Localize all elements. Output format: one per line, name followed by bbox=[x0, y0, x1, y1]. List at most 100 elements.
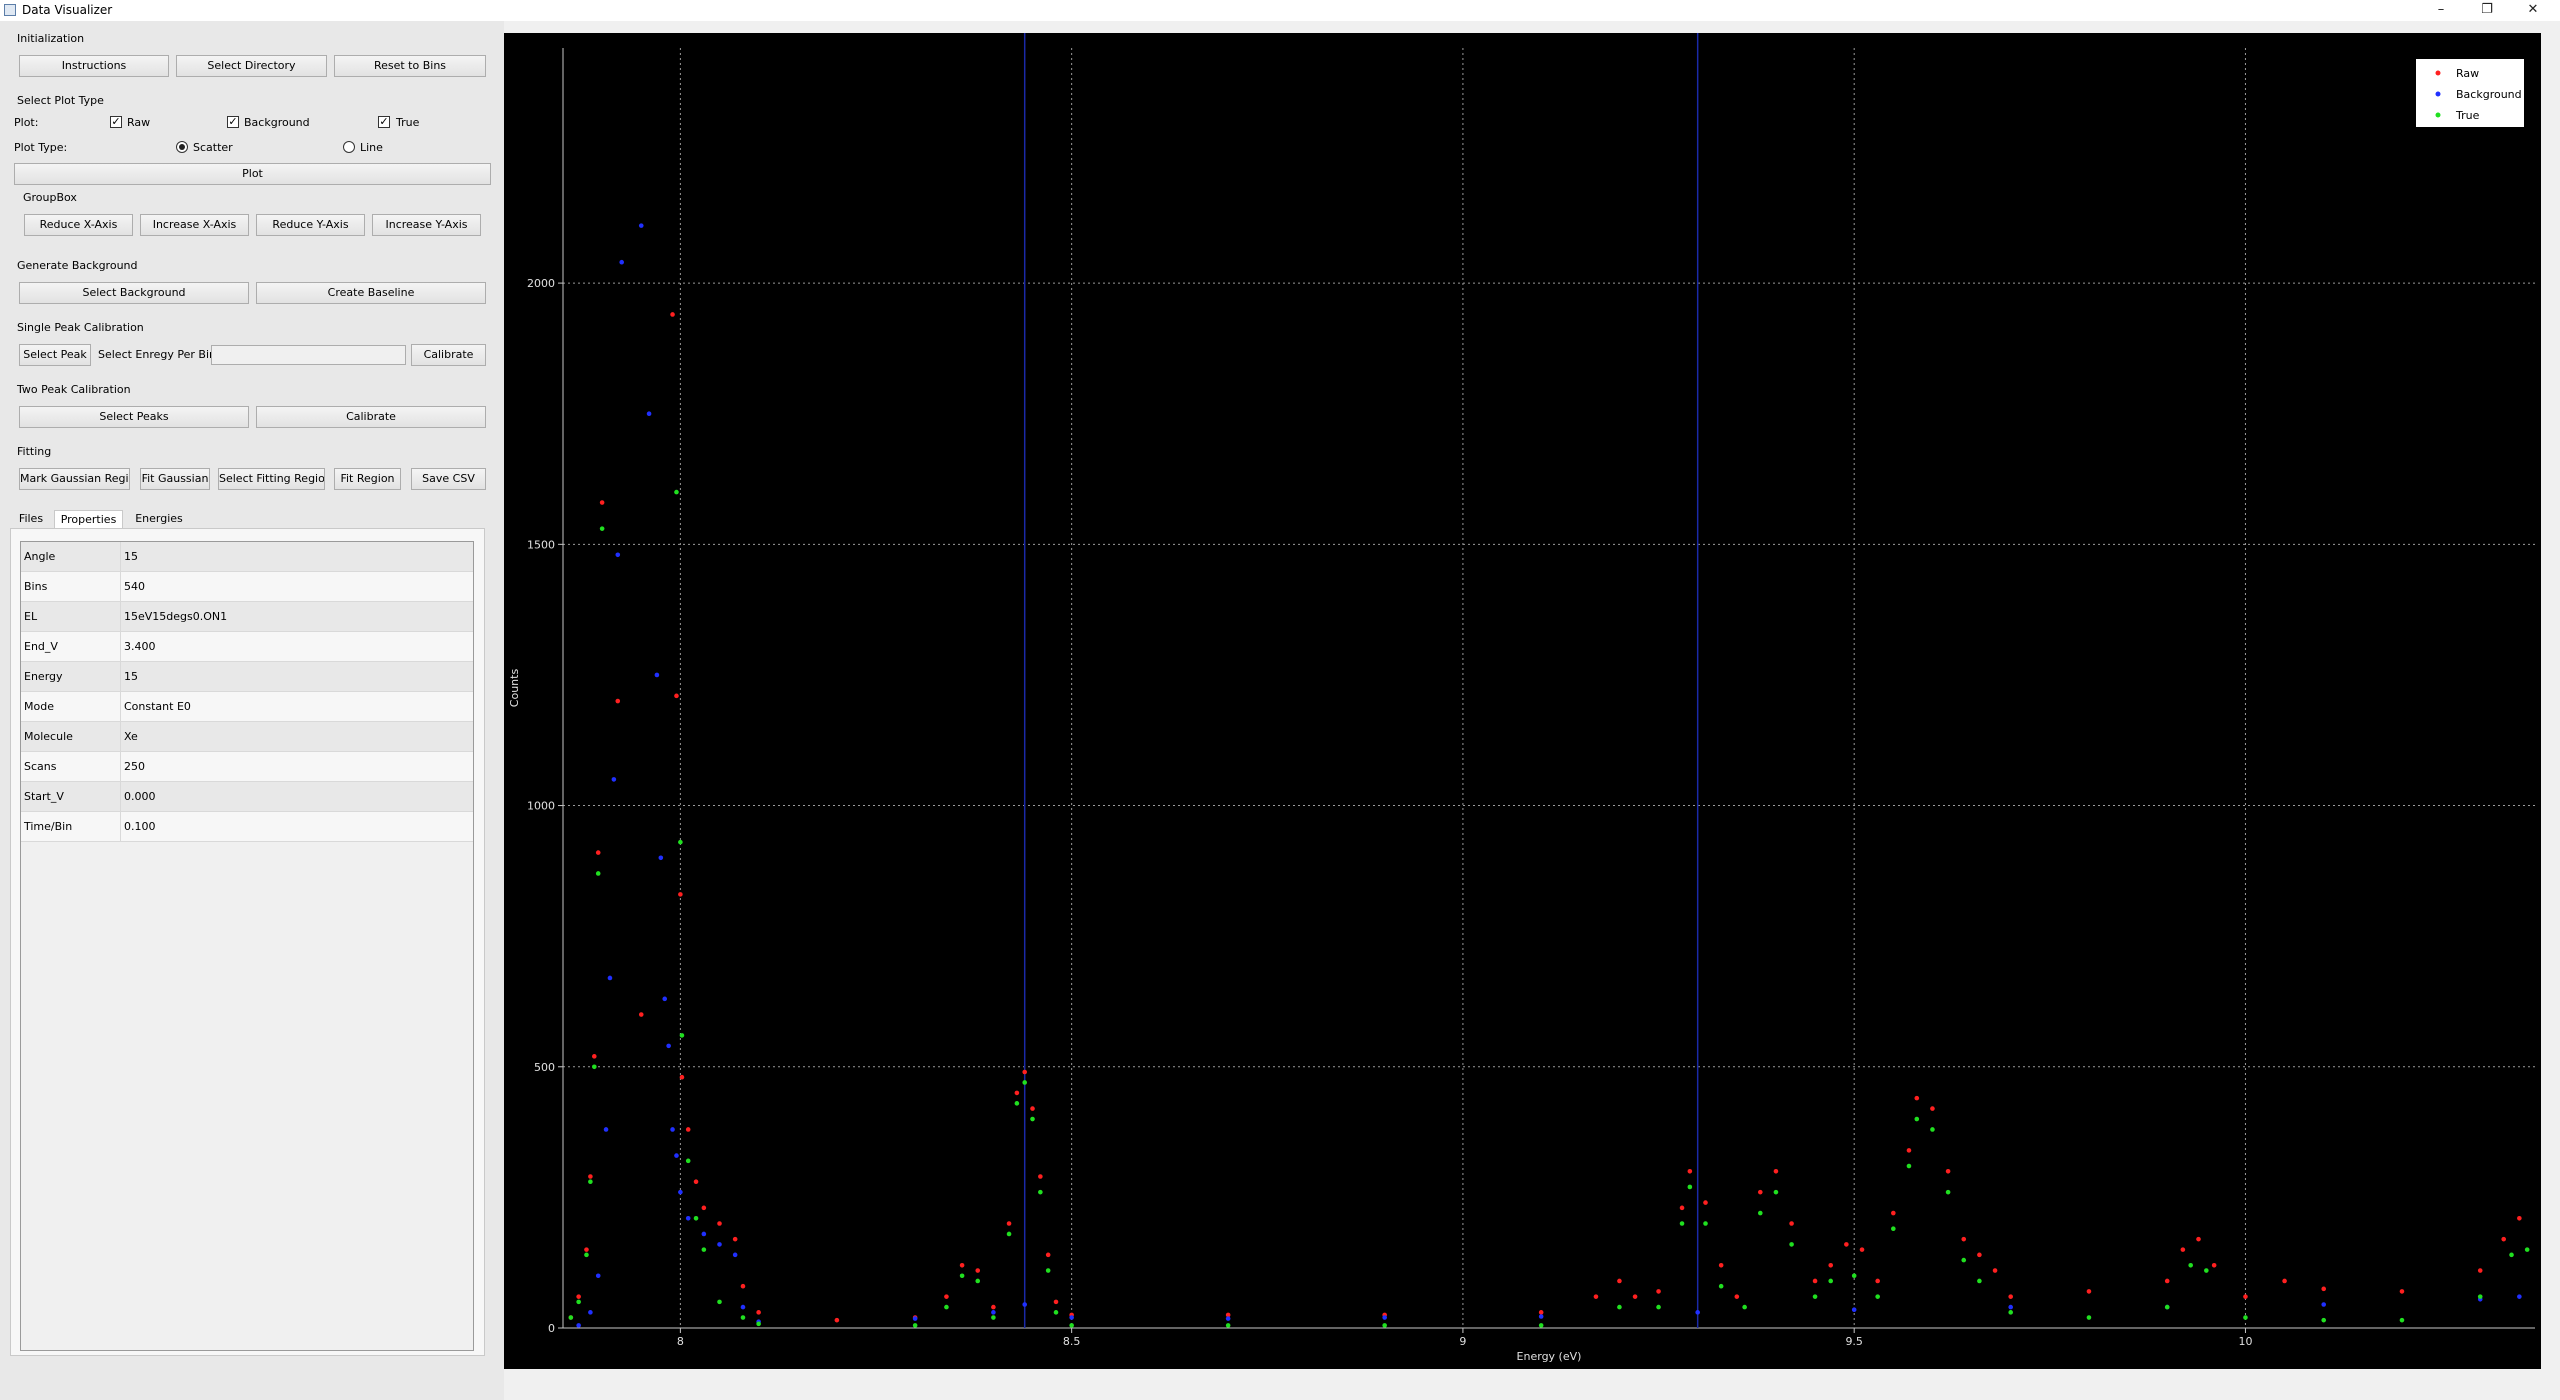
table-row[interactable]: End_V 3.400 bbox=[21, 632, 473, 662]
table-row[interactable]: Molecule Xe bbox=[21, 722, 473, 752]
table-row[interactable]: Scans 250 bbox=[21, 752, 473, 782]
select-peak-button[interactable]: Select Peak bbox=[19, 344, 91, 366]
true-checkbox[interactable]: ✓ bbox=[378, 116, 390, 128]
property-key: Time/Bin bbox=[21, 812, 121, 841]
data-point-true bbox=[1742, 1304, 1747, 1310]
property-key: Angle bbox=[21, 542, 121, 571]
select-fitting-region-button[interactable]: Select Fitting Region bbox=[218, 468, 325, 490]
data-point-true bbox=[1789, 1242, 1794, 1247]
two-peak-calibrate-button[interactable]: Calibrate bbox=[256, 406, 486, 428]
table-row[interactable]: Bins 540 bbox=[21, 572, 473, 602]
data-point-background bbox=[670, 1127, 675, 1132]
property-value: 3.400 bbox=[124, 640, 156, 653]
instructions-button[interactable]: Instructions bbox=[19, 55, 169, 77]
data-point-true bbox=[1828, 1278, 1834, 1284]
increase-y-axis-button[interactable]: Increase Y-Axis bbox=[372, 214, 481, 236]
data-point-raw bbox=[679, 1074, 685, 1080]
data-point-background bbox=[732, 1252, 738, 1258]
data-point-true bbox=[1687, 1184, 1693, 1190]
data-point-background bbox=[1695, 1310, 1700, 1315]
data-point-true bbox=[2008, 1310, 2013, 1315]
background-checkbox[interactable]: ✓ bbox=[227, 116, 239, 128]
data-point-background bbox=[658, 855, 664, 861]
data-point-raw bbox=[1617, 1278, 1622, 1284]
table-row[interactable]: Energy 15 bbox=[21, 662, 473, 692]
data-point-background bbox=[674, 1153, 679, 1158]
table-row[interactable]: Start_V 0.000 bbox=[21, 782, 473, 812]
x-tick-label: 8 bbox=[677, 1335, 684, 1348]
table-row[interactable]: Time/Bin 0.100 bbox=[21, 812, 473, 842]
data-point-raw bbox=[1632, 1294, 1638, 1299]
select-background-button[interactable]: Select Background bbox=[19, 282, 249, 304]
tab-files[interactable]: Files bbox=[12, 510, 50, 528]
raw-checkbox[interactable]: ✓ bbox=[110, 116, 122, 128]
mark-gaussian-region-button[interactable]: Mark Gaussian Region bbox=[19, 468, 130, 490]
data-point-raw bbox=[717, 1221, 722, 1226]
close-button[interactable]: ✕ bbox=[2510, 0, 2556, 21]
select-directory-button[interactable]: Select Directory bbox=[176, 55, 327, 77]
data-point-raw bbox=[592, 1054, 597, 1059]
plot-canvas[interactable]: 8 8.5 9 9.5 10 0 500 1000 1500 2000 Energy (eV) Cou… bbox=[504, 33, 2541, 1369]
data-point-true bbox=[2164, 1304, 2170, 1310]
raw-checkbox-label: Raw bbox=[127, 116, 151, 129]
minimize-button[interactable]: – bbox=[2418, 0, 2464, 21]
plot-type-group-title: Select Plot Type bbox=[17, 94, 104, 107]
data-point-raw bbox=[1828, 1263, 1834, 1268]
data-point-raw bbox=[1891, 1210, 1896, 1216]
tab-energies[interactable]: Energies bbox=[128, 510, 190, 528]
create-baseline-button[interactable]: Create Baseline bbox=[256, 282, 486, 304]
data-point-true bbox=[944, 1304, 949, 1310]
data-point-true bbox=[1014, 1101, 1020, 1106]
data-point-raw bbox=[1038, 1174, 1043, 1179]
table-row[interactable]: Mode Constant E0 bbox=[21, 692, 473, 722]
property-value: Xe bbox=[124, 730, 138, 743]
scatter-radio[interactable] bbox=[176, 141, 188, 153]
table-row[interactable]: Angle 15 bbox=[21, 542, 473, 572]
data-point-true bbox=[1225, 1323, 1231, 1328]
energy-per-bin-input[interactable] bbox=[211, 345, 406, 365]
data-point-raw bbox=[959, 1263, 965, 1268]
data-point-raw bbox=[732, 1236, 738, 1242]
reset-to-bins-button[interactable]: Reset to Bins bbox=[334, 55, 486, 77]
data-point-raw bbox=[1789, 1221, 1794, 1226]
initialization-group-title: Initialization bbox=[17, 32, 85, 45]
data-point-raw bbox=[1053, 1299, 1059, 1305]
plot-button[interactable]: Plot bbox=[14, 163, 491, 185]
reduce-y-axis-button[interactable]: Reduce Y-Axis bbox=[256, 214, 365, 236]
fit-region-button[interactable]: Fit Region bbox=[334, 468, 401, 490]
data-point-true bbox=[599, 526, 605, 531]
y-tick-label: 1500 bbox=[527, 538, 555, 551]
reduce-x-axis-button[interactable]: Reduce X-Axis bbox=[24, 214, 133, 236]
data-point-background bbox=[611, 777, 617, 782]
scatter-chart[interactable]: 8 8.5 9 9.5 10 0 500 1000 1500 2000 Energy (eV) Cou… bbox=[504, 33, 2541, 1369]
fit-gaussian-button[interactable]: Fit Gaussian bbox=[140, 468, 210, 490]
legend-label: Background bbox=[2456, 88, 2522, 101]
legend-marker bbox=[2435, 112, 2441, 118]
data-point-raw bbox=[2501, 1236, 2506, 1242]
data-point-raw bbox=[2321, 1286, 2327, 1292]
property-key: Energy bbox=[21, 662, 121, 691]
data-point-background bbox=[1538, 1314, 1544, 1319]
select-peaks-button[interactable]: Select Peaks bbox=[19, 406, 249, 428]
data-point-background bbox=[607, 975, 613, 981]
data-point-raw bbox=[1538, 1310, 1544, 1315]
legend-label: Raw bbox=[2456, 67, 2479, 80]
tab-properties[interactable]: Properties bbox=[54, 510, 123, 528]
data-point-raw bbox=[991, 1304, 996, 1310]
data-point-true bbox=[959, 1273, 965, 1279]
property-key: Start_V bbox=[21, 782, 121, 811]
data-point-background bbox=[912, 1316, 918, 1321]
restore-button[interactable]: ❐ bbox=[2464, 0, 2510, 21]
single-peak-calibrate-button[interactable]: Calibrate bbox=[411, 344, 486, 366]
data-point-raw bbox=[595, 850, 601, 855]
table-row[interactable]: EL 15eV15degs0.ON1 bbox=[21, 602, 473, 632]
data-point-true bbox=[693, 1215, 699, 1221]
save-csv-button[interactable]: Save CSV bbox=[411, 468, 486, 490]
line-radio[interactable] bbox=[343, 141, 355, 153]
data-point-background bbox=[603, 1127, 609, 1132]
increase-x-axis-button[interactable]: Increase X-Axis bbox=[140, 214, 249, 236]
data-point-raw bbox=[670, 312, 675, 317]
data-point-true bbox=[1812, 1294, 1818, 1299]
data-point-background bbox=[2008, 1304, 2013, 1310]
data-point-background bbox=[1851, 1307, 1857, 1313]
